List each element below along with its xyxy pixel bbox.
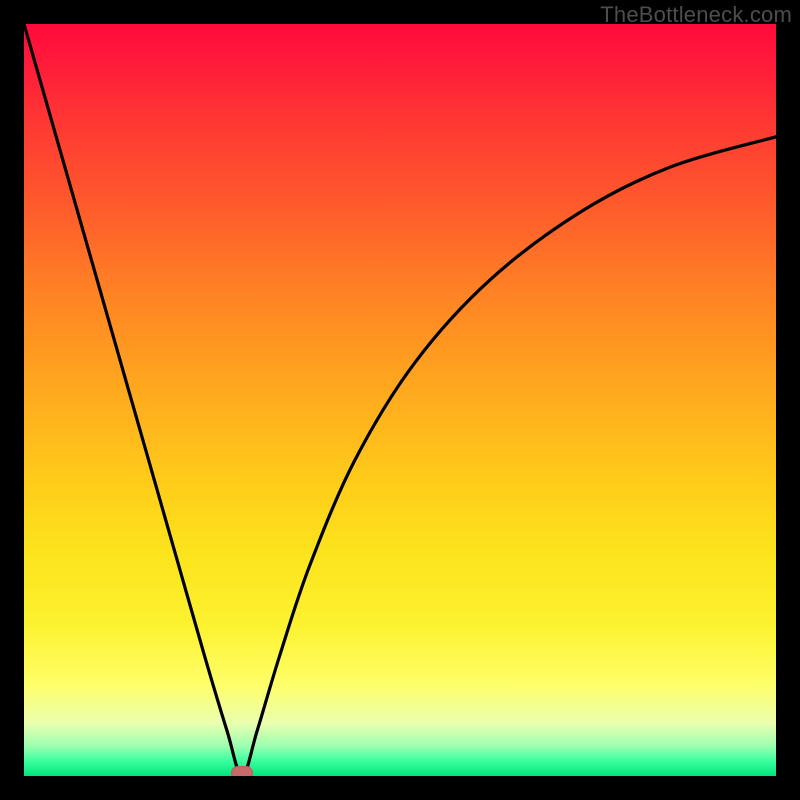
plot-area <box>24 24 776 776</box>
chart-frame: TheBottleneck.com <box>0 0 800 800</box>
watermark-text: TheBottleneck.com <box>600 2 792 28</box>
curve-path <box>24 24 776 776</box>
bottleneck-curve <box>24 24 776 776</box>
minimum-marker <box>231 766 253 776</box>
